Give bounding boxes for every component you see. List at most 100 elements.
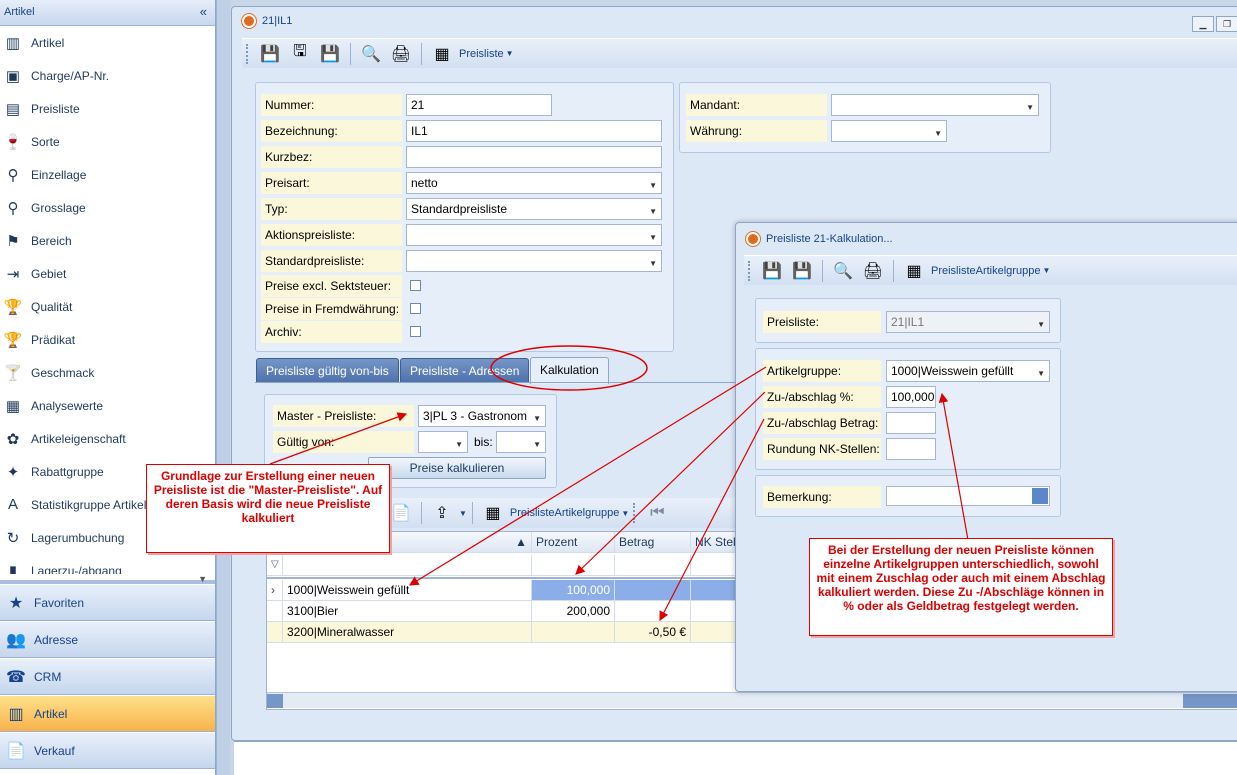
nav-category-artikel[interactable]: ▥ Artikel — [0, 695, 215, 732]
print-preview-icon[interactable]: 🔍 — [356, 41, 386, 67]
sidebar-item-geschmack[interactable]: 🍸 Geschmack — [0, 356, 215, 389]
chevron-down-icon[interactable]: ▼ — [1026, 101, 1034, 115]
scroll-left-icon[interactable] — [267, 694, 283, 708]
save-icon[interactable]: 💾 — [315, 41, 345, 67]
restore-button[interactable]: ❐ — [1216, 16, 1237, 32]
toolbar-grip[interactable] — [748, 260, 751, 281]
grid-cell-prozent[interactable]: 100,000 — [532, 580, 615, 601]
grid-cell-name[interactable]: 3200|Mineralwasser — [283, 622, 532, 643]
filter-cell-nk[interactable] — [691, 555, 737, 576]
nav-category-adresse[interactable]: 👥 Adresse — [0, 621, 215, 658]
save-check-icon[interactable]: 💾 — [757, 258, 787, 284]
chevron-down-icon[interactable]: ▼ — [533, 412, 541, 426]
grid-cell-betrag[interactable]: -0,50 € — [615, 622, 691, 643]
tab-preisliste-adressen[interactable]: Preisliste - Adressen — [400, 358, 530, 382]
gueltig-von-date[interactable]: ▼ — [418, 431, 468, 453]
fremdwaehrung-checkbox[interactable] — [410, 303, 421, 314]
tab-kalkulation[interactable]: Kalkulation — [530, 357, 609, 384]
scroll-thumb[interactable] — [1183, 694, 1237, 708]
sidebar-item-grosslage[interactable]: ⚲ Grosslage — [0, 191, 215, 224]
rundung-field[interactable] — [886, 438, 936, 460]
print-preview-icon[interactable]: 🔍 — [828, 258, 858, 284]
nummer-field[interactable]: 21 — [406, 94, 552, 116]
chevron-down-icon[interactable]: ▼ — [649, 257, 657, 271]
column-header-betrag[interactable]: Betrag — [615, 532, 691, 553]
save-new-icon[interactable]: 🖫 — [285, 41, 315, 67]
mandant-select[interactable]: ▼ — [831, 94, 1039, 116]
filter-cell-betrag[interactable] — [615, 555, 691, 576]
standardpreisliste-select[interactable]: ▼ — [406, 250, 662, 272]
sidebar-item-charge-ap-nr-[interactable]: ▣ Charge/AP-Nr. — [0, 59, 215, 92]
chevron-down-icon[interactable]: ▼ — [649, 231, 657, 245]
chevron-down-icon[interactable]: ▼ — [1037, 367, 1045, 381]
column-header-nk-stellen[interactable]: NK Stel — [691, 532, 737, 553]
print-icon[interactable]: 🖨 — [386, 41, 416, 67]
pricelist-menu-dropdown[interactable]: Preisliste — [459, 48, 504, 60]
sidebar-item-einzellage[interactable]: ⚲ Einzellage — [0, 158, 215, 191]
sidebar-item-artikel[interactable]: ▥ Artikel — [0, 26, 215, 59]
kurzbez-field[interactable] — [406, 146, 662, 168]
calc-toolbar-dropdown[interactable]: PreislisteArtikelgruppe — [931, 265, 1040, 277]
sidebar-item-pr-dikat[interactable]: 🏆 Prädikat — [0, 323, 215, 356]
chevron-down-icon[interactable]: ▼ — [934, 127, 942, 141]
minimize-button[interactable]: ▁ — [1192, 16, 1214, 32]
filter-cell-prozent[interactable] — [532, 555, 615, 576]
chevron-down-icon[interactable]: ▼ — [1042, 266, 1050, 275]
toolbar-grip[interactable] — [246, 43, 249, 64]
save-check-icon[interactable]: 💾 — [255, 41, 285, 67]
master-pricelist-select[interactable]: 3|PL 3 - Gastronom ▼ — [418, 405, 546, 427]
grid-layout-icon[interactable]: ▦ — [899, 258, 929, 284]
zuabschlag-betrag-field[interactable] — [886, 412, 936, 434]
chevron-down-icon[interactable]: ▼ — [459, 509, 467, 518]
filter-icon[interactable]: ▽ — [267, 555, 283, 576]
horizontal-scrollbar[interactable] — [267, 692, 1237, 708]
nav-category-crm[interactable]: ☎ CRM — [0, 658, 215, 695]
artikelgruppe-select[interactable]: 1000|Weisswein gefüllt ▼ — [886, 360, 1050, 382]
nav-category-favoriten[interactable]: ★ Favoriten — [0, 584, 215, 621]
first-record-icon[interactable]: ⏮ — [642, 500, 672, 526]
column-header-prozent[interactable]: Prozent — [532, 532, 615, 553]
toolbar-grip[interactable] — [633, 503, 636, 523]
collapse-pane-icon[interactable]: « — [200, 4, 207, 19]
grid-layout-icon[interactable]: ▦ — [427, 41, 457, 67]
sidebar-item-gebiet[interactable]: ⇥ Gebiet — [0, 257, 215, 290]
save-icon[interactable]: 💾 — [787, 258, 817, 284]
grid-cell-betrag[interactable] — [615, 601, 691, 622]
bemerkung-field[interactable] — [886, 486, 1050, 506]
zuabschlag-pct-field[interactable]: 100,000 — [886, 386, 936, 408]
sidebar-item-lagerzu-abgang[interactable]: ▮ Lagerzu-/abgang — [0, 554, 215, 575]
new-document-icon[interactable]: 📄 — [386, 500, 416, 526]
bemerkung-editor-button[interactable] — [1032, 488, 1048, 504]
grid-dropdown[interactable]: PreislisteArtikelgruppe — [510, 507, 619, 519]
sidebar-item-sorte[interactable]: 🍷 Sorte — [0, 125, 215, 158]
nav-category-verkauf[interactable]: 📄 Verkauf — [0, 732, 215, 769]
chevron-down-icon[interactable]: ▼ — [649, 179, 657, 193]
chevron-down-icon[interactable]: ▼ — [455, 438, 463, 452]
sidebar-item-qualit-t[interactable]: 🏆 Qualität — [0, 290, 215, 323]
grid-cell-prozent[interactable]: 200,000 — [532, 601, 615, 622]
chevron-down-icon[interactable]: ▼ — [621, 509, 629, 518]
grid-cell-nk[interactable] — [691, 580, 737, 601]
sidebar-item-preisliste[interactable]: ▤ Preisliste — [0, 92, 215, 125]
filter-cell-name[interactable] — [283, 555, 532, 576]
archiv-checkbox[interactable] — [410, 326, 421, 337]
grid-cell-name[interactable]: 1000|Weisswein gefüllt — [283, 580, 532, 601]
print-icon[interactable]: 🖨 — [858, 258, 888, 284]
export-icon[interactable]: ⇪ — [427, 500, 457, 526]
chevron-down-icon[interactable]: ▼ — [533, 438, 541, 452]
gueltig-bis-date[interactable]: ▼ — [496, 431, 546, 453]
grid-cell-nk[interactable] — [691, 622, 737, 643]
sidebar-item-artikeleigenschaft[interactable]: ✿ Artikeleigenschaft — [0, 422, 215, 455]
grid-cell-prozent[interactable] — [532, 622, 615, 643]
grid-cell-name[interactable]: 3100|Bier — [283, 601, 532, 622]
tab-gueltig-von-bis[interactable]: Preisliste gültig von-bis — [256, 358, 399, 382]
waehrung-select[interactable]: ▼ — [831, 120, 947, 142]
grid-cell-nk[interactable] — [691, 601, 737, 622]
aktionspreisliste-select[interactable]: ▼ — [406, 224, 662, 246]
sidebar-item-analysewerte[interactable]: ▦ Analysewerte — [0, 389, 215, 422]
grid-layout-icon[interactable]: ▦ — [478, 500, 508, 526]
grid-cell-betrag[interactable] — [615, 580, 691, 601]
pane-splitter[interactable] — [216, 0, 230, 775]
typ-select[interactable]: Standardpreisliste ▼ — [406, 198, 662, 220]
bezeichnung-field[interactable]: IL1 — [406, 120, 662, 142]
